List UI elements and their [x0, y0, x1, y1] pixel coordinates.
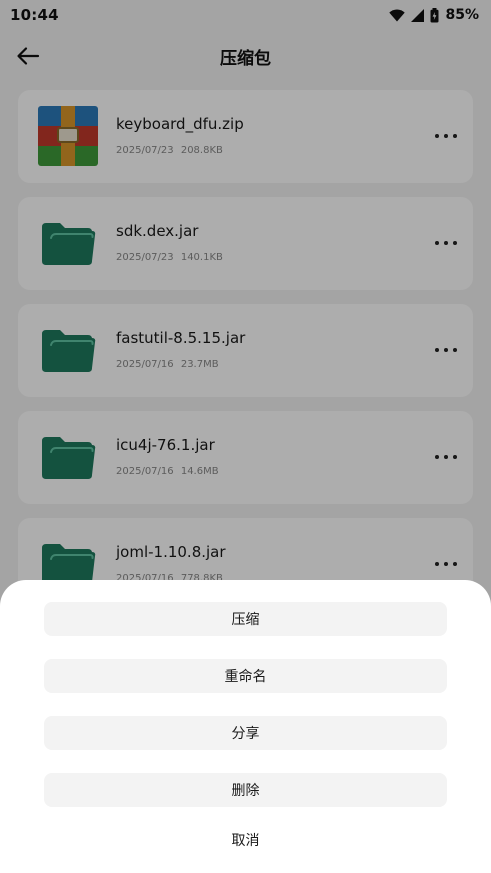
action-sheet: 压缩 重命名 分享 删除 取消 [0, 580, 491, 873]
rename-button[interactable]: 重命名 [44, 659, 447, 693]
cancel-button[interactable]: 取消 [44, 823, 447, 857]
compress-button[interactable]: 压缩 [44, 602, 447, 636]
delete-button[interactable]: 删除 [44, 773, 447, 807]
share-button[interactable]: 分享 [44, 716, 447, 750]
